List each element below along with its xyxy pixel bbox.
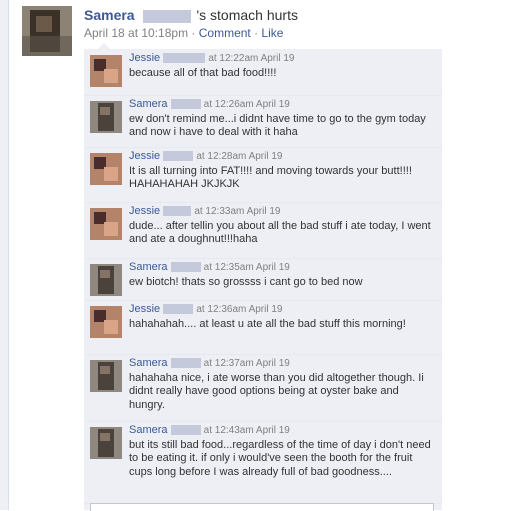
commenter-avatar[interactable] xyxy=(90,360,122,392)
commenter-avatar[interactable] xyxy=(90,55,122,87)
redacted-surname xyxy=(170,262,201,273)
redacted-surname xyxy=(163,304,194,315)
like-link[interactable]: Like xyxy=(261,26,283,40)
comment-text: ew biotch! thats so grossss i cant go to… xyxy=(129,275,363,288)
comment-text: hahahahah.... at least u ate all the bad… xyxy=(129,317,406,330)
comment-timestamp[interactable]: at 12:33am April 19 xyxy=(194,206,280,217)
meta-separator: · xyxy=(188,26,199,40)
comment-text: because all of that bad food!!!! xyxy=(129,66,277,79)
comment-timestamp[interactable]: at 12:37am April 19 xyxy=(204,358,290,369)
comment-item: Jessie at 12:22am April 19 because all o… xyxy=(84,49,442,96)
redacted-surname xyxy=(170,99,201,110)
redacted-surname xyxy=(170,425,201,436)
comment-item: Jessie at 12:33am April 19 dude... after… xyxy=(84,202,442,259)
commenter-avatar[interactable] xyxy=(90,208,122,240)
comments-list: Jessie at 12:22am April 19 because all o… xyxy=(84,49,442,510)
commenter-avatar[interactable] xyxy=(90,264,122,296)
commenter-avatar[interactable] xyxy=(90,153,122,185)
post-author-avatar[interactable] xyxy=(22,6,72,56)
commenter-name[interactable]: Jessie xyxy=(129,52,160,64)
post-author-name[interactable]: Samera xyxy=(84,7,135,23)
post-header: Samera 's stomach hurts xyxy=(84,7,504,23)
commenter-avatar[interactable] xyxy=(90,101,122,133)
commenter-avatar[interactable] xyxy=(90,427,122,459)
redacted-surname xyxy=(170,358,201,369)
commenter-name[interactable]: Samera xyxy=(129,357,168,369)
comment-timestamp[interactable]: at 12:26am April 19 xyxy=(204,99,290,110)
comment-item: Samera at 12:37am April 19 hahahaha nice… xyxy=(84,354,442,422)
comment-item: Samera at 12:26am April 19 ew don't remi… xyxy=(84,95,442,148)
comment-timestamp[interactable]: at 12:43am April 19 xyxy=(204,425,290,436)
commenter-name[interactable]: Samera xyxy=(129,98,168,110)
post-status-text: 's stomach hurts xyxy=(196,7,298,23)
meta-separator: · xyxy=(250,26,262,40)
commenter-name[interactable]: Jessie xyxy=(129,150,160,162)
redacted-surname xyxy=(163,151,194,162)
commenter-name[interactable]: Jessie xyxy=(129,303,160,315)
post-meta: April 18 at 10:18pm · Comment · Like xyxy=(84,26,283,40)
comment-text: hahahaha nice, i ate worse than you did … xyxy=(129,371,424,411)
comment-text: ew don't remind me...i didnt have time t… xyxy=(129,112,426,139)
comment-timestamp[interactable]: at 12:35am April 19 xyxy=(204,262,290,273)
sidebar-edge xyxy=(0,0,9,510)
commenter-avatar[interactable] xyxy=(90,306,122,338)
commenter-name[interactable]: Jessie xyxy=(129,205,160,217)
comment-item: Samera at 12:43am April 19 but its still… xyxy=(84,421,442,504)
redacted-surname xyxy=(163,53,206,64)
redacted-surname xyxy=(163,206,192,217)
comment-text: dude... after tellin you about all the b… xyxy=(129,219,431,246)
comment-text: but its still bad food...regardless of t… xyxy=(129,438,431,478)
redacted-surname xyxy=(143,9,192,23)
post-date[interactable]: April 18 at 10:18pm xyxy=(84,26,188,40)
comment-timestamp[interactable]: at 12:36am April 19 xyxy=(196,304,282,315)
comment-timestamp[interactable]: at 12:28am April 19 xyxy=(196,151,282,162)
comment-text: It is all turning into FAT!!!! and movin… xyxy=(129,164,412,191)
comment-item: Jessie at 12:28am April 19 It is all tur… xyxy=(84,147,442,203)
comment-item: Samera at 12:35am April 19 ew biotch! th… xyxy=(84,258,442,301)
commenter-name[interactable]: Samera xyxy=(129,424,168,436)
commenter-name[interactable]: Samera xyxy=(129,261,168,273)
comment-item: Jessie at 12:36am April 19 hahahahah....… xyxy=(84,300,442,355)
comment-timestamp[interactable]: at 12:22am April 19 xyxy=(208,53,294,64)
comment-link[interactable]: Comment xyxy=(199,26,251,40)
